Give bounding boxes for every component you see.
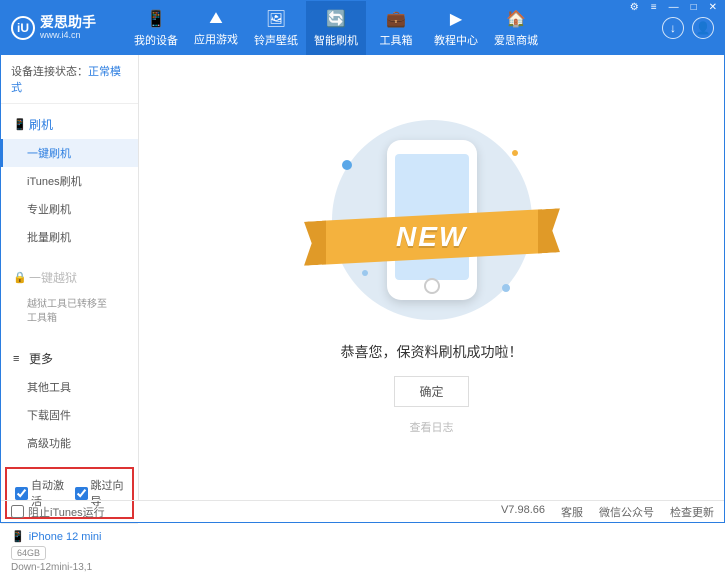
app-url: www.i4.cn (40, 31, 96, 41)
sidebar-item[interactable]: 高级功能 (1, 429, 138, 457)
device-storage: 64GB (11, 546, 46, 560)
logo: iU 爱思助手 www.i4.cn (11, 15, 126, 40)
sidebar-item[interactable]: iTunes刷机 (1, 167, 138, 195)
nav-item-5[interactable]: ▶ 教程中心 (426, 1, 486, 55)
nav-icon: 📱 (146, 9, 166, 29)
group-icon: 📱 (13, 118, 23, 131)
phone-icon: 📱 (11, 530, 25, 543)
wechat-link[interactable]: 微信公众号 (599, 504, 654, 520)
device-block[interactable]: 📱 iPhone 12 mini 64GB Down-12mini-13,1 (1, 523, 138, 579)
nav-label: 爱思商城 (494, 32, 538, 48)
side-group-title[interactable]: 📱刷机 (1, 110, 138, 139)
settings-icon[interactable]: ⚙ (627, 1, 642, 14)
nav-item-3[interactable]: 🔄 智能刷机 (306, 1, 366, 55)
nav-label: 我的设备 (134, 32, 178, 48)
nav-icon: 💼 (386, 9, 406, 29)
view-log-link[interactable]: 查看日志 (410, 419, 454, 435)
block-itunes-checkbox[interactable]: 阻止iTunes运行 (11, 504, 105, 520)
device-firmware: Down-12mini-13,1 (11, 562, 128, 573)
menu-icon[interactable]: ≡ (648, 1, 660, 14)
nav-item-4[interactable]: 💼 工具箱 (366, 1, 426, 55)
result-message: 恭喜您，保资料刷机成功啦！ (341, 342, 523, 362)
nav-label: 智能刷机 (314, 32, 358, 48)
nav-label: 教程中心 (434, 32, 478, 48)
success-illustration: NEW (332, 120, 532, 320)
nav-item-0[interactable]: 📱 我的设备 (126, 1, 186, 55)
main-content: NEW 恭喜您，保资料刷机成功啦！ 确定 查看日志 (139, 55, 724, 500)
sidebar-item[interactable]: 一键刷机 (1, 139, 138, 167)
nav-icon: ▶ (450, 9, 462, 29)
side-group-title[interactable]: ≡更多 (1, 344, 138, 373)
device-name: iPhone 12 mini (29, 531, 102, 543)
status-label: 设备连接状态： (11, 66, 88, 78)
group-icon: 🔒 (13, 271, 23, 284)
nav-icon: 🔄 (326, 9, 346, 29)
logo-badge: iU (11, 16, 35, 40)
sidebar-item[interactable]: 专业刷机 (1, 195, 138, 223)
check-update-link[interactable]: 检查更新 (670, 504, 714, 520)
customer-service-link[interactable]: 客服 (561, 504, 583, 520)
nav-icon: ⛰ (209, 10, 222, 28)
nav-label: 应用游戏 (194, 31, 238, 47)
nav-item-1[interactable]: ⛰ 应用游戏 (186, 1, 246, 55)
nav-label: 工具箱 (380, 32, 413, 48)
group-icon: ≡ (13, 353, 23, 365)
version-label: V7.98.66 (501, 504, 545, 520)
close-icon[interactable]: ✕ (706, 1, 720, 14)
window-controls: ⚙ ≡ — □ ✕ (627, 1, 720, 14)
maximize-icon[interactable]: □ (688, 1, 700, 14)
footer: 阻止iTunes运行 V7.98.66 客服 微信公众号 检查更新 (1, 500, 724, 522)
sidebar: 设备连接状态：正常模式 📱刷机一键刷机iTunes刷机专业刷机批量刷机 🔒一键越狱… (1, 55, 139, 500)
nav-icon: 🖼 (266, 9, 286, 29)
header: iU 爱思助手 www.i4.cn 📱 我的设备 ⛰ 应用游戏 🖼 铃声壁纸 🔄 智能刷机 💼 工… (1, 1, 724, 55)
device-status: 设备连接状态：正常模式 (1, 55, 138, 104)
user-button[interactable]: 👤 (692, 17, 714, 39)
download-button[interactable]: ↓ (662, 17, 684, 39)
sidebar-item[interactable]: 下载固件 (1, 401, 138, 429)
confirm-button[interactable]: 确定 (394, 376, 468, 407)
nav-label: 铃声壁纸 (254, 32, 298, 48)
top-nav: 📱 我的设备 ⛰ 应用游戏 🖼 铃声壁纸 🔄 智能刷机 💼 工具箱 ▶ 教程中心 🏠 爱思商城 (126, 1, 662, 55)
app-title: 爱思助手 (40, 15, 96, 30)
minimize-icon[interactable]: — (666, 1, 682, 14)
nav-icon: 🏠 (506, 9, 526, 29)
nav-item-2[interactable]: 🖼 铃声壁纸 (246, 1, 306, 55)
sidebar-item[interactable]: 批量刷机 (1, 223, 138, 251)
side-group-title[interactable]: 🔒一键越狱 (1, 263, 138, 292)
sidebar-item[interactable]: 其他工具 (1, 373, 138, 401)
side-note: 越狱工具已转移至工具箱 (1, 292, 138, 332)
nav-item-6[interactable]: 🏠 爱思商城 (486, 1, 546, 55)
